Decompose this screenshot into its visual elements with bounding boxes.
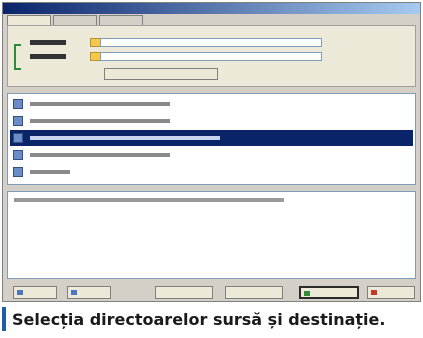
tab-strip	[7, 15, 145, 26]
close-icon	[371, 290, 377, 295]
ok-button[interactable]	[299, 286, 359, 299]
source-label	[30, 40, 66, 45]
sync-icon	[13, 167, 23, 177]
tab-2[interactable]	[53, 15, 97, 25]
button-4[interactable]	[225, 286, 283, 299]
tab-3[interactable]	[99, 15, 143, 25]
title-bar	[3, 3, 420, 14]
description-line	[14, 198, 284, 202]
button-3[interactable]	[155, 286, 213, 299]
figure-caption: Selecția directoarelor sursă și destinaț…	[2, 304, 421, 334]
list-item[interactable]	[10, 96, 413, 112]
folders-panel	[7, 25, 416, 87]
button-icon	[17, 290, 23, 295]
list-item[interactable]	[10, 147, 413, 163]
source-destination-bracket-icon	[14, 44, 21, 70]
cancel-button[interactable]	[367, 286, 415, 299]
list-item[interactable]	[10, 164, 413, 180]
button-icon	[71, 290, 77, 295]
caption-accent-bar	[2, 307, 6, 331]
sync-icon	[13, 116, 23, 126]
list-item-selected[interactable]	[10, 130, 413, 146]
button-2[interactable]	[67, 286, 111, 299]
list-item[interactable]	[10, 113, 413, 129]
sync-icon	[13, 150, 23, 160]
profile-setup-window	[2, 2, 421, 302]
action-list	[7, 93, 416, 185]
source-folder-field[interactable]	[100, 38, 322, 47]
sync-icon	[13, 99, 23, 109]
choose-folders-button[interactable]	[104, 68, 218, 80]
description-box	[7, 191, 416, 279]
checkmark-icon	[304, 291, 310, 296]
destination-label	[30, 54, 66, 59]
sync-icon	[13, 133, 23, 143]
caption-text: Selecția directoarelor sursă și destinaț…	[12, 309, 386, 329]
destination-folder-field[interactable]	[100, 52, 322, 61]
button-1[interactable]	[13, 286, 57, 299]
